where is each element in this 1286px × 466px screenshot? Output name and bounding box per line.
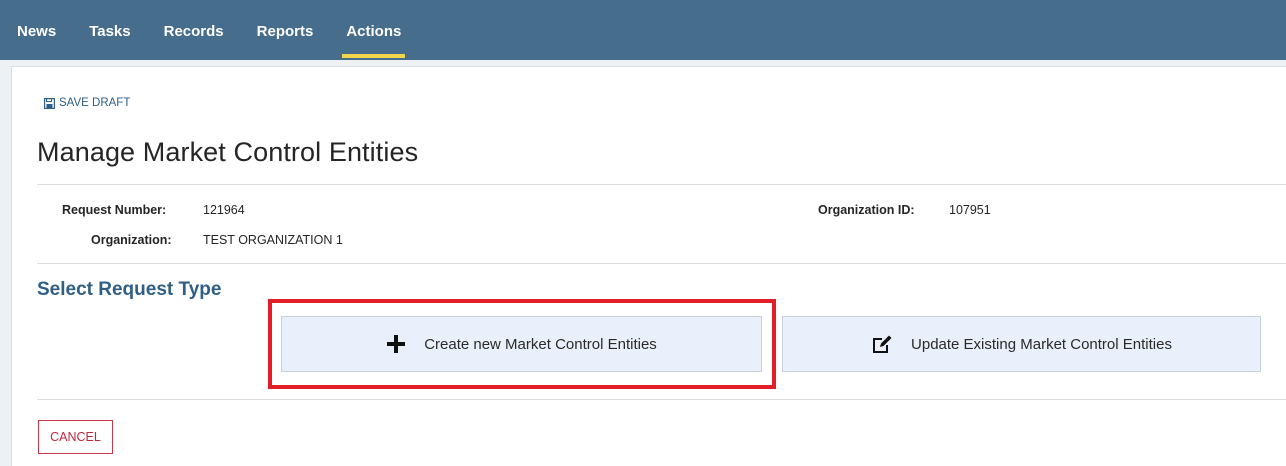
request-number-label: Request Number: — [62, 203, 167, 217]
page-title: Manage Market Control Entities — [37, 137, 419, 167]
section-title-select-request-type: Select Request Type — [37, 279, 222, 300]
organization-label: Organization: — [91, 233, 172, 247]
nav-item-news[interactable]: News — [17, 0, 56, 60]
main-panel: SAVE DRAFT Manage Market Control Entitie… — [11, 66, 1286, 466]
create-new-mce-label: Create new Market Control Entities — [424, 335, 657, 353]
nav-item-reports[interactable]: Reports — [257, 0, 314, 60]
organization-value: TEST ORGANIZATION 1 — [203, 233, 343, 247]
plus-icon — [386, 334, 406, 354]
save-draft-button[interactable]: SAVE DRAFT — [44, 97, 130, 109]
update-existing-mce-button[interactable]: Update Existing Market Control Entities — [782, 316, 1261, 372]
organization-id-value: 107951 — [949, 203, 991, 217]
cancel-button[interactable]: CANCEL — [38, 420, 113, 454]
top-navigation: News Tasks Records Reports Actions — [0, 0, 1286, 60]
edit-icon — [871, 334, 893, 354]
save-draft-label: SAVE DRAFT — [59, 97, 131, 109]
divider — [37, 184, 1286, 185]
nav-item-tasks[interactable]: Tasks — [89, 0, 130, 60]
create-new-mce-button[interactable]: Create new Market Control Entities — [281, 316, 762, 372]
nav-item-records[interactable]: Records — [164, 0, 224, 60]
divider — [37, 399, 1286, 400]
request-number-value: 121964 — [203, 203, 245, 217]
nav-item-actions[interactable]: Actions — [342, 0, 406, 60]
floppy-disk-icon — [44, 97, 56, 109]
organization-id-label: Organization ID: — [818, 203, 915, 217]
update-existing-mce-label: Update Existing Market Control Entities — [911, 335, 1172, 353]
divider — [37, 263, 1286, 264]
